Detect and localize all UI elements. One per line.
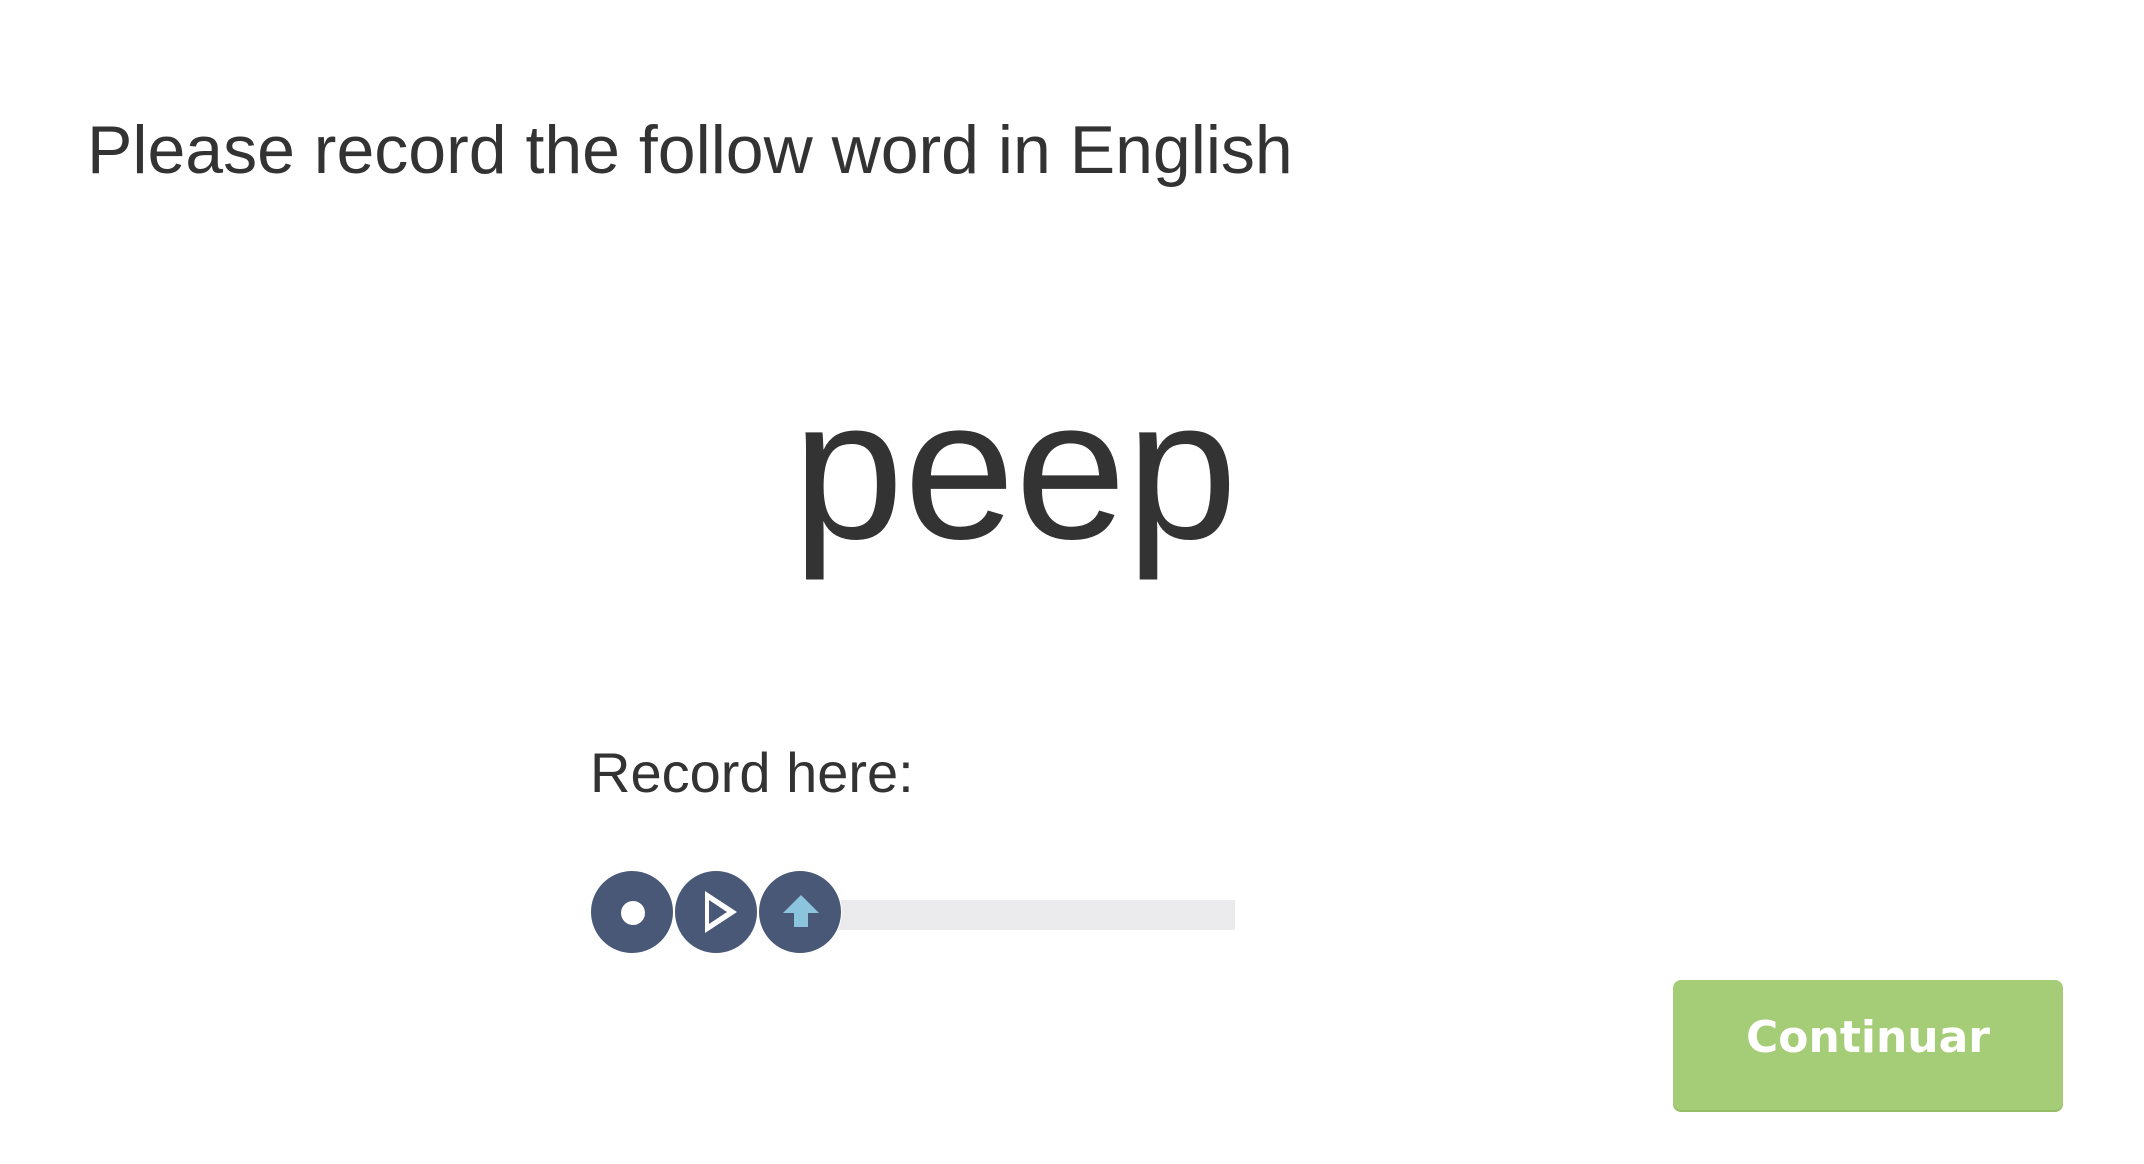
audio-recorder [590, 870, 1235, 956]
progress-track[interactable] [790, 900, 1235, 930]
continue-button[interactable]: Continuar [1673, 980, 2063, 1110]
record-icon [621, 901, 645, 925]
upload-icon [783, 895, 819, 927]
record-button[interactable] [590, 870, 674, 954]
target-word: peep [792, 358, 1238, 581]
record-label: Record here: [590, 741, 914, 804]
play-button[interactable] [674, 870, 758, 954]
play-icon [705, 891, 737, 933]
instruction-text: Please record the follow word in English [87, 112, 1293, 188]
upload-button[interactable] [758, 870, 842, 954]
